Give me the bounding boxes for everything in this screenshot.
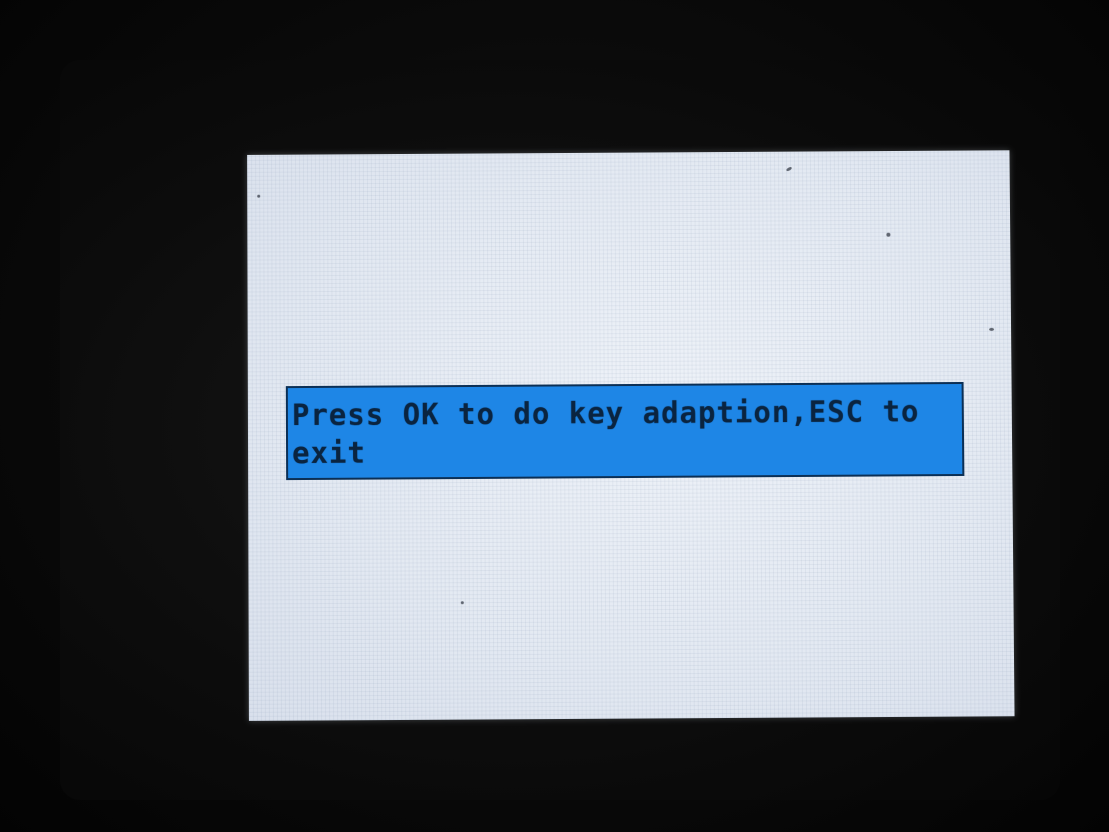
- dust-speck: [886, 232, 891, 237]
- dust-speck: [257, 194, 261, 198]
- lcd-screen: Press OK to do key adaption,ESC to exit: [247, 150, 1015, 721]
- key-adaption-prompt: Press OK to do key adaption,ESC to exit: [285, 381, 965, 481]
- dust-speck: [989, 327, 995, 331]
- dust-speck: [785, 166, 793, 172]
- prompt-line-1: Press OK to do key adaption,ESC to: [291, 394, 920, 433]
- prompt-line-2: exit: [291, 435, 366, 471]
- photo-background: Press OK to do key adaption,ESC to exit: [0, 0, 1109, 832]
- dust-speck: [460, 601, 464, 605]
